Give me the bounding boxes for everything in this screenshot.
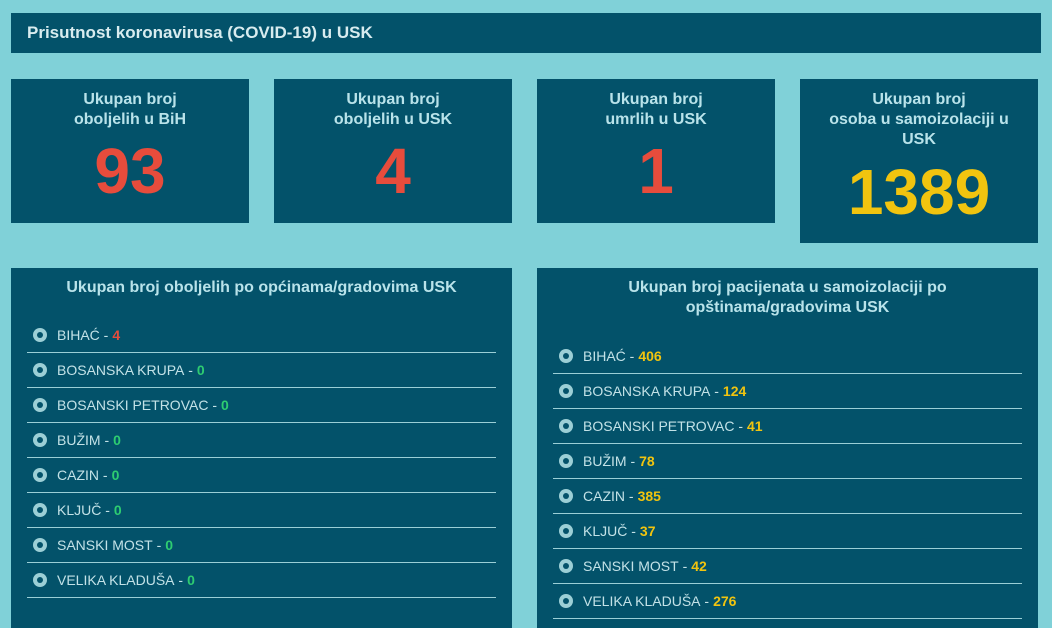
list-item: BOSANSKA KRUPA -124 bbox=[553, 374, 1022, 409]
list-item: BIHAĆ -4 bbox=[27, 318, 496, 353]
circle-bullet-icon bbox=[559, 524, 573, 538]
circle-bullet-icon bbox=[33, 433, 47, 447]
circle-bullet-icon bbox=[33, 538, 47, 552]
stat-value: 93 bbox=[94, 135, 166, 207]
circle-bullet-icon bbox=[559, 384, 573, 398]
circle-bullet-icon bbox=[559, 454, 573, 468]
stat-value: 1 bbox=[638, 135, 674, 207]
list-item: BUŽIM -78 bbox=[553, 444, 1022, 479]
page-title: Prisutnost koronavirusa (COVID-19) u USK bbox=[27, 23, 373, 42]
stat-label: Ukupan broj umrlih u USK bbox=[605, 91, 707, 128]
list-item: CAZIN -0 bbox=[27, 458, 496, 493]
list-item: BOSANSKA KRUPA -0 bbox=[27, 353, 496, 388]
stat-card-self-isolation-usk: Ukupan broj osoba u samoizolaciji u USK … bbox=[800, 79, 1038, 243]
stat-card-infected-bih: Ukupan broj oboljelih u BiH 93 bbox=[11, 79, 249, 223]
circle-bullet-icon bbox=[33, 503, 47, 517]
list-item: KLJUČ -0 bbox=[27, 493, 496, 528]
list-item: SANSKI MOST -42 bbox=[553, 549, 1022, 584]
circle-bullet-icon bbox=[559, 489, 573, 503]
list-item: BIHAĆ -406 bbox=[553, 339, 1022, 374]
circle-bullet-icon bbox=[559, 559, 573, 573]
stat-value: 4 bbox=[375, 135, 411, 207]
list-item: CAZIN -385 bbox=[553, 479, 1022, 514]
panel-title: Ukupan broj pacijenata u samoizolaciji p… bbox=[628, 279, 947, 316]
panel-title: Ukupan broj oboljelih po općinama/gradov… bbox=[66, 279, 457, 296]
list-item: BUŽIM -0 bbox=[27, 423, 496, 458]
stat-value: 1389 bbox=[847, 156, 991, 228]
stat-card-infected-usk: Ukupan broj oboljelih u USK 4 bbox=[274, 79, 512, 223]
list-item: VELIKA KLADUŠA -276 bbox=[553, 584, 1022, 619]
stat-label: Ukupan broj oboljelih u BiH bbox=[74, 91, 186, 128]
list-item: BOSANSKI PETROVAC -41 bbox=[553, 409, 1022, 444]
stat-label: Ukupan broj oboljelih u USK bbox=[333, 91, 453, 128]
stat-label: Ukupan broj osoba u samoizolaciji u USK bbox=[829, 91, 1009, 148]
circle-bullet-icon bbox=[559, 419, 573, 433]
list-item: KLJUČ -37 bbox=[553, 514, 1022, 549]
circle-bullet-icon bbox=[33, 468, 47, 482]
list-item: VELIKA KLADUŠA -0 bbox=[27, 563, 496, 598]
infected-by-municipality-panel: Ukupan broj oboljelih po općinama/gradov… bbox=[11, 268, 512, 628]
circle-bullet-icon bbox=[559, 349, 573, 363]
stat-card-deaths-usk: Ukupan broj umrlih u USK 1 bbox=[537, 79, 775, 223]
isolation-by-municipality-panel: Ukupan broj pacijenata u samoizolaciji p… bbox=[537, 268, 1038, 628]
circle-bullet-icon bbox=[33, 328, 47, 342]
circle-bullet-icon bbox=[33, 398, 47, 412]
list-item: SANSKI MOST -0 bbox=[27, 528, 496, 563]
circle-bullet-icon bbox=[33, 363, 47, 377]
list-item: BOSANSKI PETROVAC -0 bbox=[27, 388, 496, 423]
circle-bullet-icon bbox=[33, 573, 47, 587]
page-header: Prisutnost koronavirusa (COVID-19) u USK bbox=[11, 13, 1041, 53]
circle-bullet-icon bbox=[559, 594, 573, 608]
